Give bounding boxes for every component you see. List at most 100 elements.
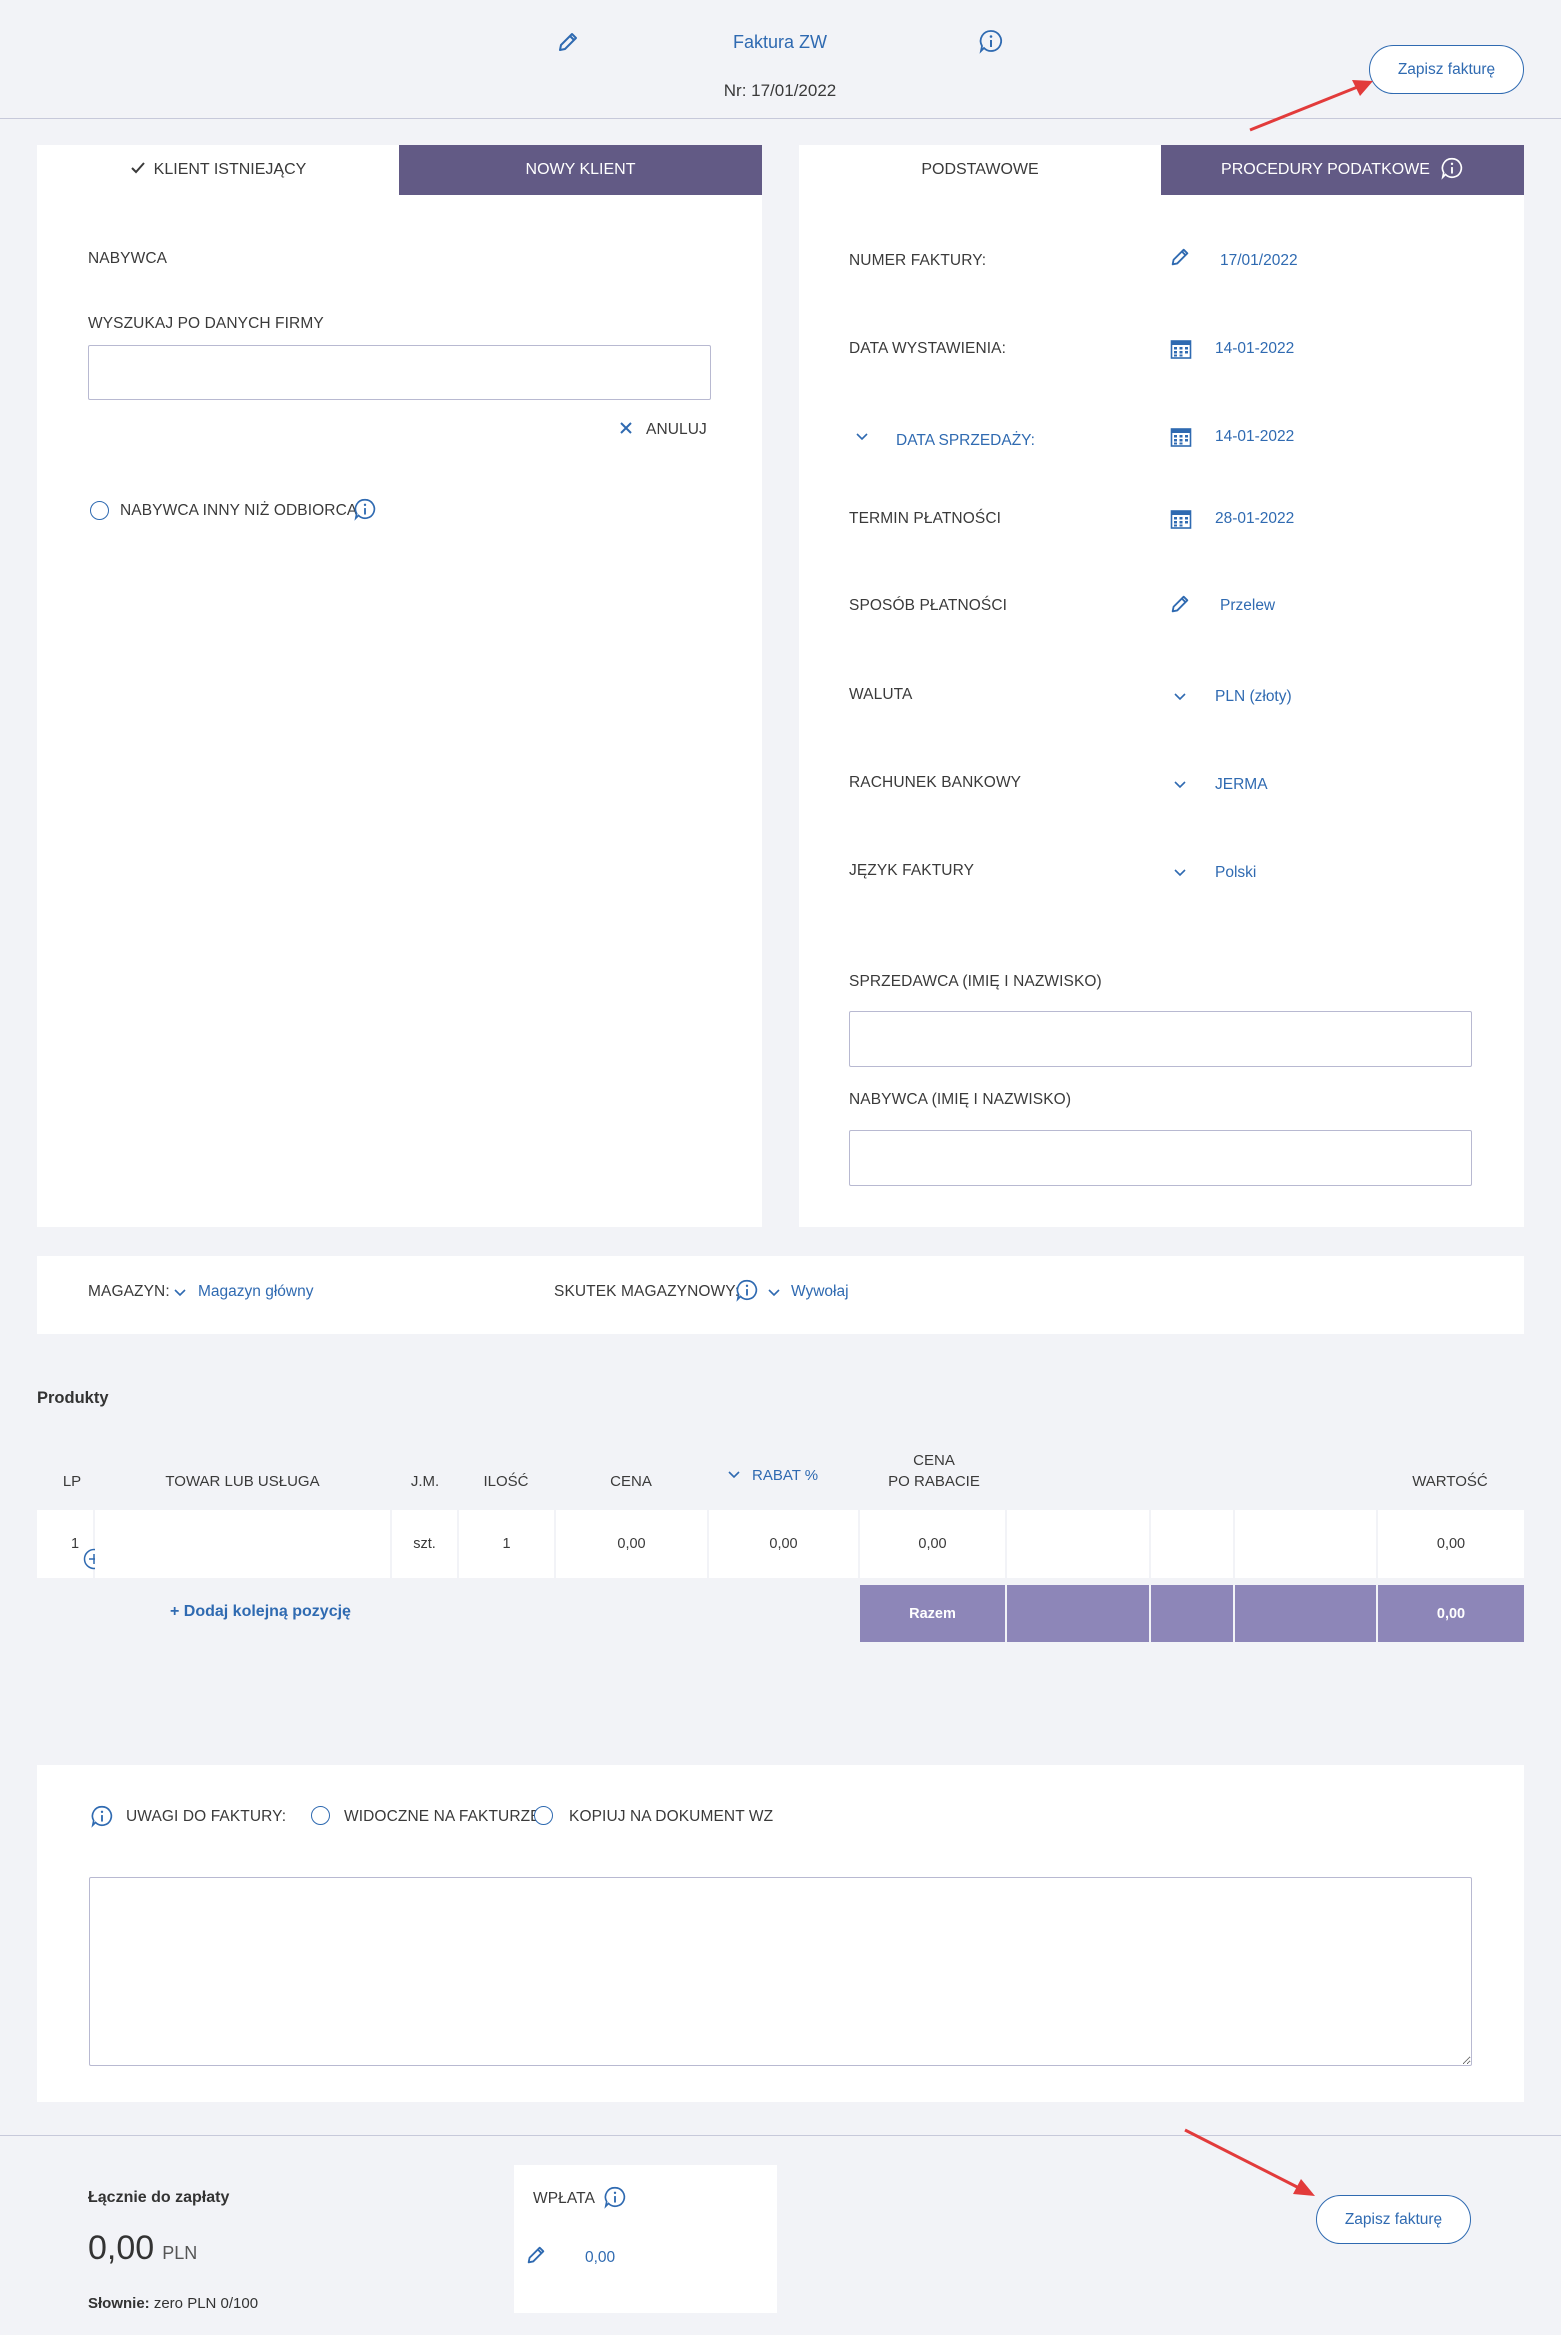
- seller-name-input[interactable]: [849, 1011, 1472, 1067]
- pencil-icon[interactable]: [525, 2244, 547, 2266]
- page-title: Faktura ZW: [732, 32, 827, 52]
- info-icon[interactable]: [353, 497, 377, 521]
- payment-method-label: SPOSÓB PŁATNOŚCI: [849, 597, 1008, 614]
- info-icon[interactable]: [1440, 156, 1464, 185]
- chevron-down-icon[interactable]: [1174, 693, 1186, 701]
- total-to-pay: 0,00 PLN: [88, 2229, 197, 2268]
- visible-on-invoice-label: WIDOCZNE NA FAKTURZE: [344, 1808, 541, 1825]
- tab-tax-procedures[interactable]: PROCEDURY PODATKOWE: [1161, 145, 1524, 195]
- info-icon[interactable]: [90, 1804, 114, 1828]
- calendar-icon[interactable]: [1170, 338, 1192, 360]
- tab-existing-client[interactable]: KLIENT ISTNIEJĄCY: [37, 145, 399, 195]
- chevron-down-icon: [728, 1466, 740, 1484]
- payment-label: WPŁATA: [533, 2190, 596, 2207]
- tab-tax-procedures-label: PROCEDURY PODATKOWE: [1221, 161, 1430, 178]
- chevron-down-icon[interactable]: [768, 1289, 780, 1297]
- warehouse-effect-value[interactable]: Wywołaj: [791, 1283, 849, 1301]
- tab-new-client-label: NOWY KLIENT: [525, 161, 636, 178]
- copy-to-wz-label: KOPIUJ NA DOKUMENT WZ: [569, 1808, 774, 1825]
- payment-box: [514, 2165, 777, 2313]
- pencil-icon[interactable]: [1169, 593, 1191, 615]
- total-value-cell: 0,00: [1378, 1585, 1524, 1642]
- row-qty[interactable]: 1: [459, 1510, 554, 1578]
- col-price: CENA: [610, 1473, 652, 1490]
- products-heading: Produkty: [37, 1389, 109, 1407]
- invoice-number: Nr: 17/01/2022: [723, 81, 837, 100]
- info-icon[interactable]: [603, 2185, 627, 2209]
- visible-on-invoice-radio[interactable]: [311, 1806, 330, 1825]
- col-discount: RABAT %: [752, 1466, 819, 1484]
- issue-date-label: DATA WYSTAWIENIA:: [849, 340, 1006, 357]
- row-price[interactable]: 0,00: [556, 1510, 707, 1578]
- total-currency: PLN: [162, 2243, 198, 2263]
- col-unit: J.M.: [410, 1473, 440, 1490]
- sale-date-label[interactable]: DATA SPRZEDAŻY:: [896, 432, 1035, 450]
- annotation-arrow-top: [1249, 80, 1373, 132]
- issue-date-value[interactable]: 14-01-2022: [1215, 340, 1294, 358]
- row-unit[interactable]: szt.: [392, 1510, 457, 1578]
- row-discount[interactable]: 0,00: [709, 1510, 858, 1578]
- save-invoice-button-top[interactable]: Zapisz fakturę: [1369, 45, 1524, 94]
- currency-label: WALUTA: [849, 686, 913, 703]
- row-empty-2: [1151, 1510, 1233, 1578]
- col-item: TOWAR LUB USŁUGA: [165, 1473, 320, 1490]
- cancel-button[interactable]: ANULUJ: [620, 421, 707, 439]
- total-empty-1: [1007, 1585, 1149, 1642]
- amount-in-words-label: Słownie:: [88, 2295, 150, 2312]
- currency-value[interactable]: PLN (złoty): [1215, 688, 1292, 706]
- row-empty-1: [1007, 1510, 1149, 1578]
- bank-account-label: RACHUNEK BANKOWY: [849, 774, 1022, 791]
- bank-account-value[interactable]: JERMA: [1215, 776, 1268, 794]
- discount-column-toggle[interactable]: RABAT %: [728, 1466, 818, 1484]
- invoice-number-value[interactable]: 17/01/2022: [1220, 252, 1298, 270]
- buyer-heading: NABYWCA: [88, 250, 168, 267]
- tab-basic-label: PODSTAWOWE: [921, 161, 1039, 178]
- buyer-name-input[interactable]: [849, 1130, 1472, 1186]
- payment-due-value[interactable]: 28-01-2022: [1215, 510, 1294, 528]
- payment-due-label: TERMIN PŁATNOŚCI: [849, 510, 1002, 527]
- cancel-label: ANULUJ: [646, 421, 707, 438]
- close-icon: [620, 421, 632, 439]
- row-item[interactable]: [95, 1510, 390, 1578]
- chevron-down-icon[interactable]: [1174, 781, 1186, 789]
- chevron-down-icon[interactable]: [1174, 869, 1186, 877]
- tab-basic[interactable]: PODSTAWOWE: [799, 145, 1161, 195]
- notes-label: UWAGI DO FAKTURY:: [126, 1808, 287, 1825]
- info-icon[interactable]: [735, 1278, 759, 1302]
- chevron-down-icon[interactable]: [856, 433, 868, 441]
- tab-new-client[interactable]: NOWY KLIENT: [399, 145, 762, 195]
- calendar-icon[interactable]: [1170, 426, 1192, 448]
- save-invoice-button-bottom[interactable]: Zapisz fakturę: [1316, 2195, 1471, 2244]
- col-qty: ILOŚĆ: [483, 1473, 529, 1490]
- chevron-down-icon[interactable]: [174, 1289, 186, 1297]
- warehouse-value[interactable]: Magazyn główny: [198, 1283, 313, 1301]
- footer-divider: [0, 2135, 1561, 2136]
- check-icon: [130, 161, 146, 180]
- amount-in-words-value: zero PLN 0/100: [153, 2295, 259, 2312]
- row-empty-3: [1235, 1510, 1376, 1578]
- edit-title-pencil-icon[interactable]: [556, 30, 580, 54]
- payment-method-value[interactable]: Przelew: [1220, 597, 1275, 615]
- col-price-after-line1: CENA: [913, 1452, 955, 1469]
- row-value: 0,00: [1378, 1510, 1524, 1578]
- client-panel: [37, 145, 762, 1227]
- warehouse-effect-label: SKUTEK MAGAZYNOWY:: [554, 1283, 740, 1300]
- col-value: WARTOŚĆ: [1412, 1473, 1488, 1490]
- copy-to-wz-radio[interactable]: [534, 1806, 553, 1825]
- invoice-language-value[interactable]: Polski: [1215, 864, 1256, 882]
- calendar-icon[interactable]: [1170, 508, 1192, 530]
- info-icon[interactable]: [978, 28, 1004, 54]
- buyer-name-label: NABYWCA (IMIĘ I NAZWISKO): [849, 1091, 1072, 1108]
- sale-date-value[interactable]: 14-01-2022: [1215, 428, 1294, 446]
- other-recipient-radio[interactable]: [90, 501, 109, 520]
- tab-existing-client-label: KLIENT ISTNIEJĄCY: [153, 161, 307, 178]
- payment-value[interactable]: 0,00: [585, 2249, 615, 2267]
- notes-textarea[interactable]: [89, 1877, 1472, 2066]
- seller-name-label: SPRZEDAWCA (IMIĘ I NAZWISKO): [849, 973, 1102, 990]
- search-label: WYSZUKAJ PO DANYCH FIRMY: [88, 315, 324, 332]
- add-row-link[interactable]: + Dodaj kolejną pozycję: [170, 1603, 351, 1621]
- pencil-icon[interactable]: [1169, 246, 1191, 268]
- search-company-input[interactable]: [88, 345, 711, 400]
- invoice-language-label: JĘZYK FAKTURY: [849, 862, 975, 879]
- total-empty-2: [1151, 1585, 1233, 1642]
